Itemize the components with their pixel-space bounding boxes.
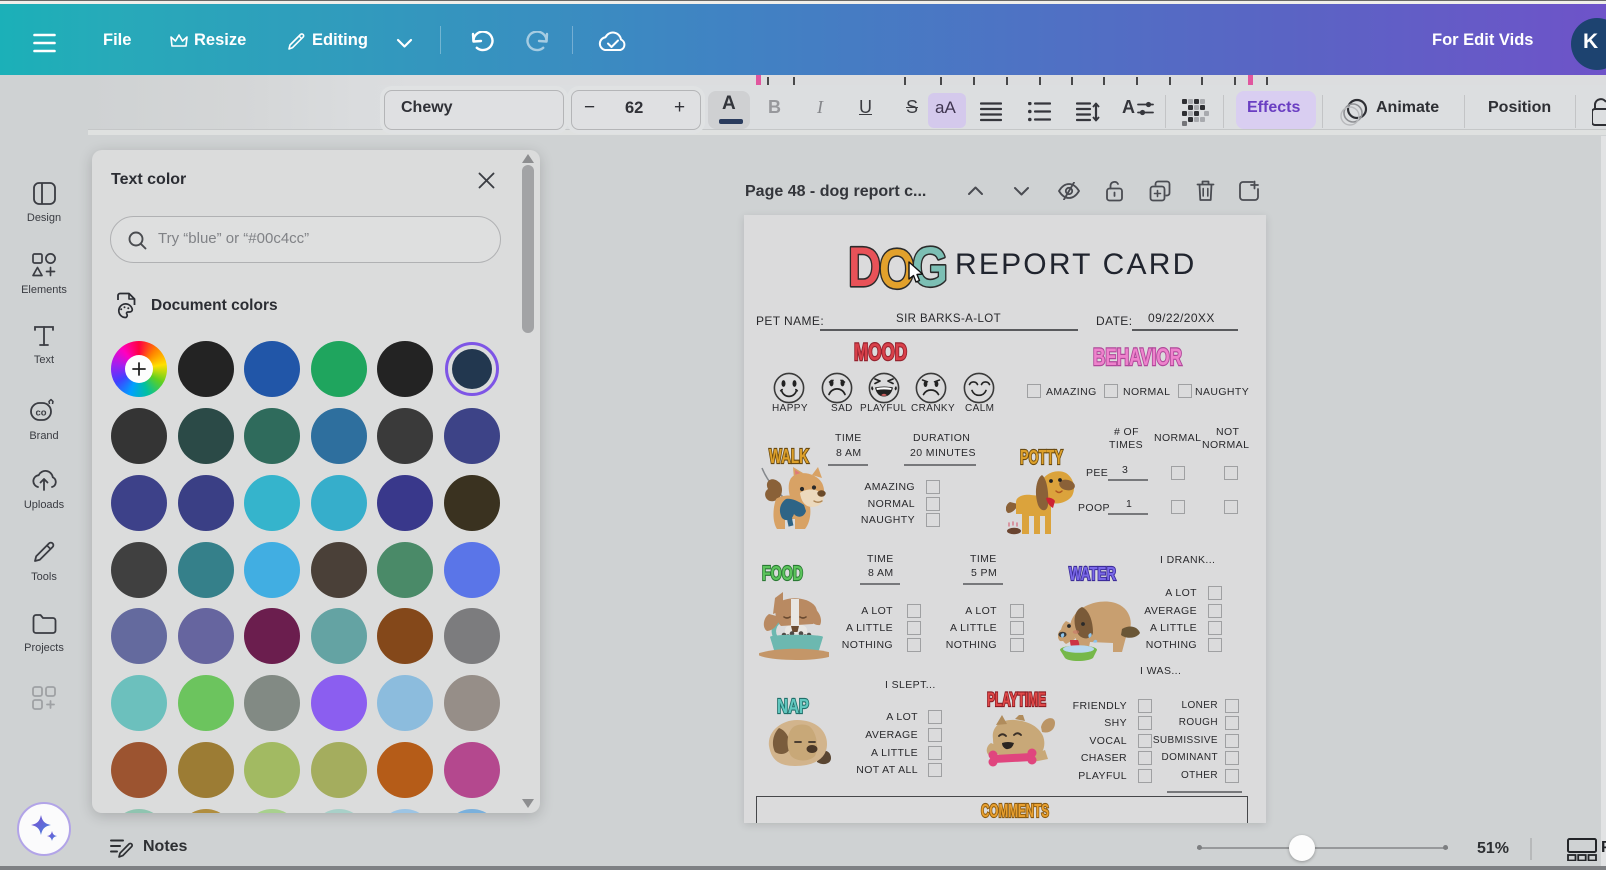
svg-text:COMMENTS: COMMENTS <box>981 801 1049 821</box>
svg-text:D: D <box>848 236 881 292</box>
svg-text:FOOD: FOOD <box>762 563 803 584</box>
svg-text:WATER: WATER <box>1069 564 1116 584</box>
svg-text:WALK: WALK <box>769 446 809 467</box>
svg-text:NAP: NAP <box>777 696 809 717</box>
svg-text:co: co <box>35 408 46 419</box>
svg-text:POTTY: POTTY <box>1020 447 1063 468</box>
svg-text:PLAYTIME: PLAYTIME <box>987 690 1046 711</box>
svg-text:MOOD: MOOD <box>854 339 907 365</box>
svg-text:BEHAVIOR: BEHAVIOR <box>1093 344 1182 370</box>
